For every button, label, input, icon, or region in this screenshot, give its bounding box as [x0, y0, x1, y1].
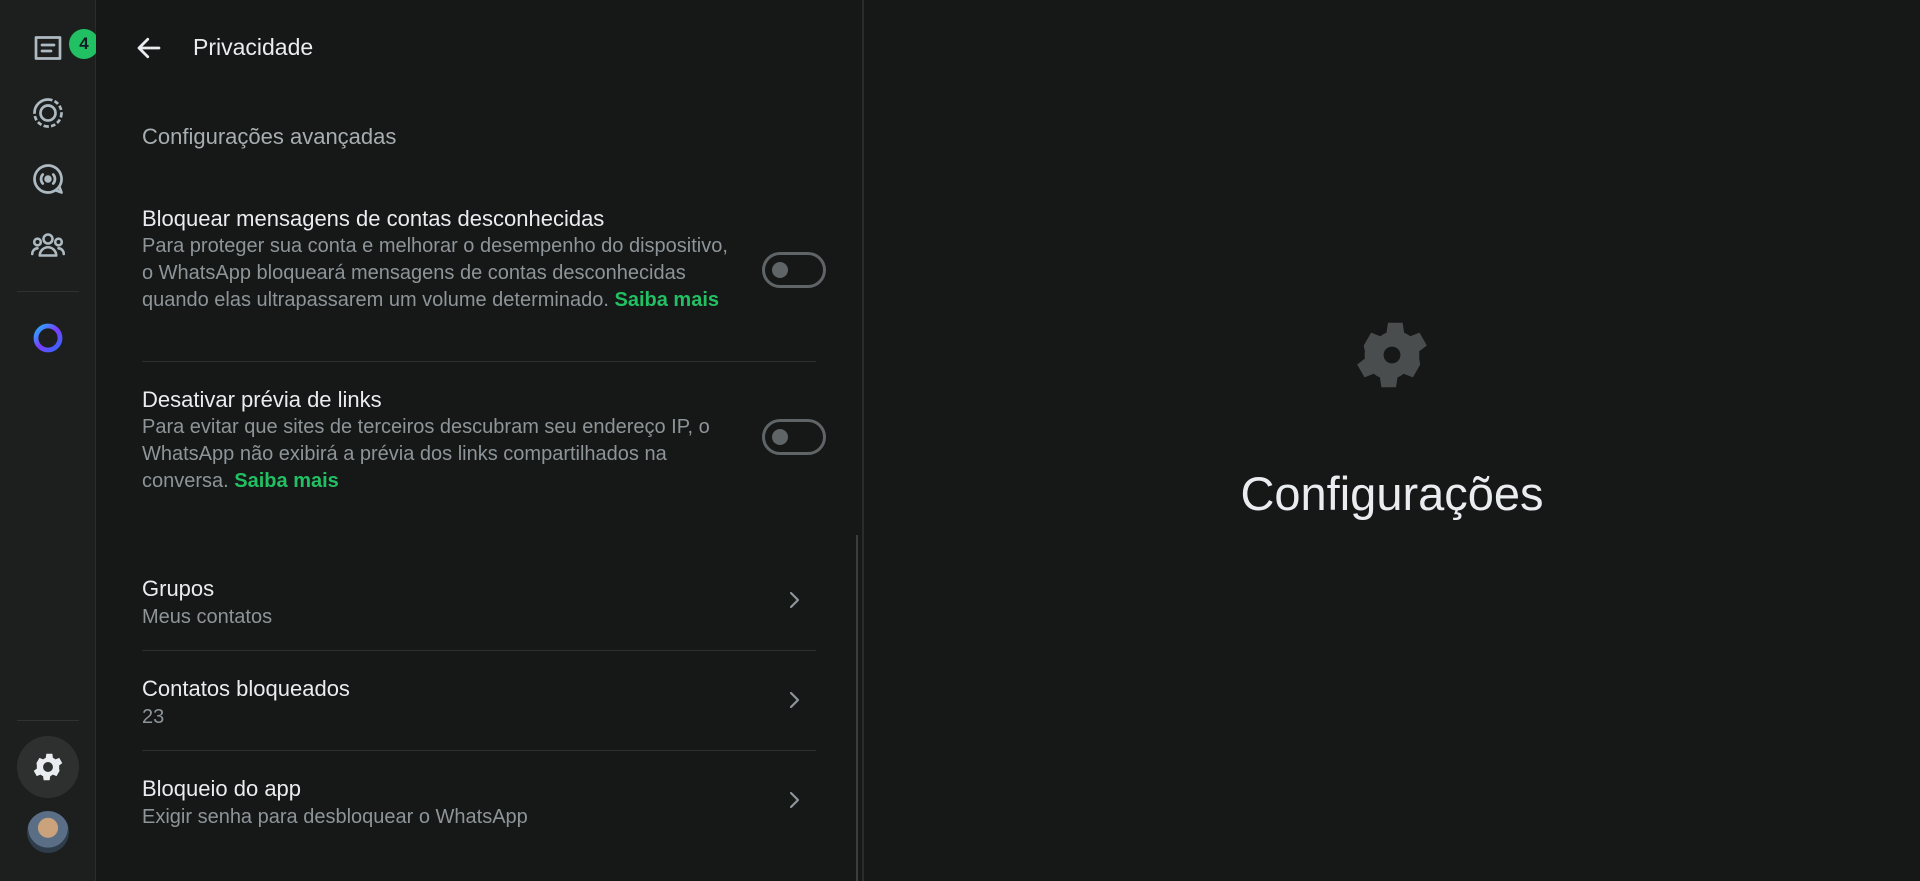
- settings-gear-icon: [1357, 322, 1427, 388]
- toggle-knob: [772, 429, 788, 445]
- toggle-knob: [772, 262, 788, 278]
- row-description: Para proteger sua conta e melhorar o des…: [142, 233, 742, 314]
- chevron-right-icon: [789, 591, 800, 609]
- divider: [142, 361, 816, 362]
- row-title: Bloquear mensagens de contas desconhecid…: [142, 206, 605, 231]
- profile-avatar[interactable]: [27, 811, 69, 853]
- row-title: Bloqueio do app: [142, 776, 302, 801]
- rail-divider-bottom: [17, 720, 79, 721]
- row-subtitle: Meus contatos: [142, 606, 273, 628]
- disable-link-preview-toggle[interactable]: [762, 419, 826, 455]
- privacy-panel: Privacidade Configurações avançadas Bloq…: [96, 0, 864, 881]
- blocked-contacts-row[interactable]: Contatos bloqueados 23: [142, 651, 816, 750]
- settings-button[interactable]: [17, 736, 79, 798]
- row-subtitle: 23: [142, 706, 165, 728]
- app-lock-row[interactable]: Bloqueio do app Exigir senha para desblo…: [142, 751, 816, 850]
- meta-ai-button[interactable]: [17, 307, 79, 369]
- back-button[interactable]: [126, 28, 172, 68]
- meta-ai-icon: [33, 323, 63, 353]
- panel-scrollbar[interactable]: [856, 535, 858, 881]
- block-unknown-messages-row: Bloquear mensagens de contas desconhecid…: [142, 204, 826, 314]
- chevron-right-icon: [789, 691, 800, 709]
- chats-button[interactable]: 4: [17, 17, 99, 79]
- settings-icon: [33, 753, 63, 781]
- learn-more-link[interactable]: Saiba mais: [234, 470, 339, 492]
- panel-header: Privacidade: [96, 0, 862, 98]
- unread-badge: 4: [69, 29, 99, 59]
- section-title: Configurações avançadas: [142, 124, 397, 149]
- chevron-right-icon: [789, 791, 800, 809]
- communities-button[interactable]: [17, 214, 79, 276]
- page-title: Privacidade: [193, 34, 314, 60]
- learn-more-link[interactable]: Saiba mais: [615, 289, 720, 311]
- row-title: Contatos bloqueados: [142, 676, 350, 701]
- channels-button[interactable]: [17, 148, 79, 210]
- description-text: Para evitar que sites de terceiros descu…: [142, 416, 710, 492]
- block-unknown-messages-toggle[interactable]: [762, 252, 826, 288]
- nav-rail: 4: [0, 0, 99, 881]
- channels-icon: [33, 164, 63, 194]
- arrow-left-icon: [137, 37, 161, 59]
- main-placeholder: Configurações: [864, 0, 1920, 881]
- row-title: Desativar prévia de links: [142, 387, 382, 412]
- groups-row[interactable]: Grupos Meus contatos: [142, 551, 816, 650]
- placeholder-title: Configurações: [1240, 467, 1544, 520]
- status-button[interactable]: [17, 82, 79, 144]
- rail-divider: [17, 291, 79, 292]
- chats-icon: [34, 36, 62, 60]
- row-subtitle: Exigir senha para desbloquear o WhatsApp: [142, 806, 528, 828]
- communities-icon: [30, 233, 66, 257]
- disable-link-preview-row: Desativar prévia de links Para evitar qu…: [142, 385, 826, 495]
- row-title: Grupos: [142, 576, 215, 601]
- row-description: Para evitar que sites de terceiros descu…: [142, 414, 742, 495]
- status-icon: [33, 98, 63, 128]
